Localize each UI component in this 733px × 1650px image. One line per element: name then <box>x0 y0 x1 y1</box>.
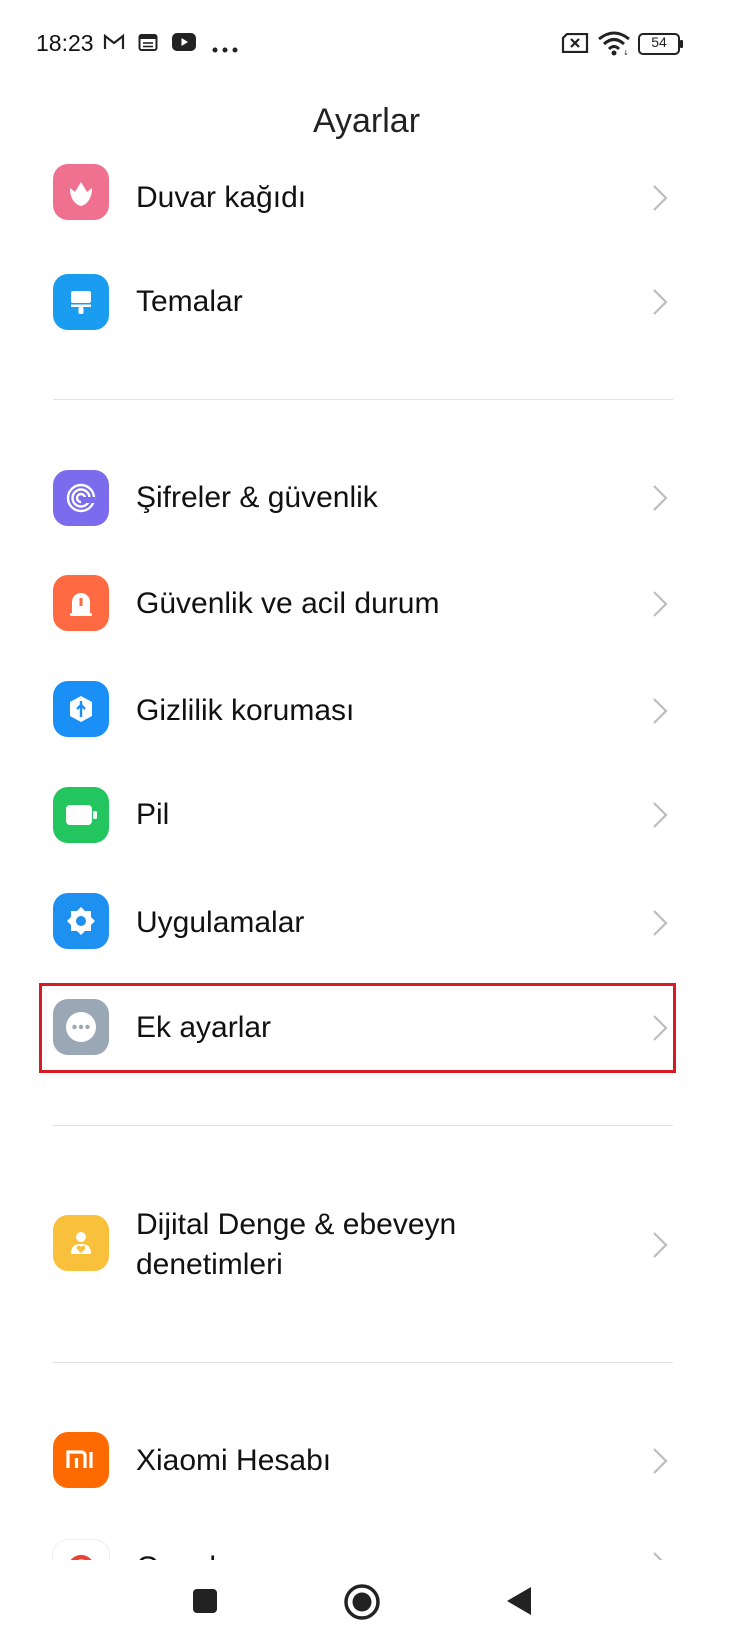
status-bar: 18:23 ↓ 54 <box>0 0 733 90</box>
settings-item-digital-wellbeing[interactable]: Dijital Denge & ebeveyn denetimleri <box>0 1195 733 1295</box>
battery-icon: 54 <box>638 33 684 60</box>
battery-level: 54 <box>651 34 667 50</box>
page-title: Ayarlar <box>312 102 421 140</box>
recents-button[interactable] <box>192 1588 218 1619</box>
settings-item-battery[interactable]: Pil <box>0 767 733 867</box>
settings-item-label: Dijital Denge & ebeveyn denetimleri <box>136 1208 457 1281</box>
chevron-right-icon <box>653 591 668 617</box>
settings-item-google[interactable]: Google <box>0 1520 733 1560</box>
privacy-icon <box>53 681 109 737</box>
chevron-right-icon <box>653 1448 668 1474</box>
wallpaper-icon <box>53 164 109 220</box>
back-button[interactable] <box>506 1586 532 1621</box>
section-divider <box>53 399 673 400</box>
themes-icon <box>53 274 109 330</box>
highlight-box <box>39 983 676 1073</box>
chevron-right-icon <box>653 698 668 724</box>
chevron-right-icon <box>653 910 668 936</box>
settings-item-label: Xiaomi Hesabı <box>136 1444 332 1477</box>
battery-setting-icon <box>53 787 109 843</box>
more-dots-icon <box>212 40 240 58</box>
section-divider <box>53 1125 673 1126</box>
no-sim-icon <box>561 32 589 58</box>
digital-wellbeing-icon <box>53 1215 109 1271</box>
settings-item-apps[interactable]: Uygulamalar <box>0 873 733 973</box>
settings-item-label: Duvar kağıdı <box>136 181 307 214</box>
mi-icon <box>53 1432 109 1488</box>
emergency-icon <box>53 575 109 631</box>
settings-item-label: Uygulamalar <box>136 906 305 939</box>
settings-item-label: Şifreler & güvenlik <box>136 481 378 514</box>
settings-item-label: Google <box>136 1548 233 1560</box>
wifi-icon: ↓ <box>597 30 631 61</box>
youtube-icon <box>172 33 196 56</box>
settings-item-wallpaper[interactable]: Duvar kağıdı <box>0 160 733 230</box>
home-button[interactable] <box>343 1583 381 1626</box>
settings-item-label: Temalar <box>136 285 243 318</box>
section-divider <box>53 1362 673 1363</box>
fingerprint-icon <box>53 470 109 526</box>
google-icon <box>53 1540 109 1560</box>
chevron-right-icon <box>653 1552 663 1560</box>
chevron-right-icon <box>653 485 668 511</box>
settings-item-xiaomi-account[interactable]: Xiaomi Hesabı <box>0 1412 733 1512</box>
calendar-icon <box>138 33 158 56</box>
navigation-bar <box>0 1560 733 1650</box>
settings-item-label: Güvenlik ve acil durum <box>136 587 440 620</box>
svg-text:↓: ↓ <box>623 49 629 56</box>
gmail-icon <box>103 33 125 56</box>
chevron-right-icon <box>653 1232 668 1258</box>
settings-item-label: Pil <box>136 798 170 831</box>
chevron-right-icon <box>653 185 668 211</box>
settings-item-themes[interactable]: Temalar <box>0 250 733 355</box>
chevron-right-icon <box>653 802 668 828</box>
settings-item-privacy[interactable]: Gizlilik koruması <box>0 661 733 761</box>
status-time: 18:23 <box>36 30 94 56</box>
settings-item-label: Gizlilik koruması <box>136 694 355 727</box>
gear-icon <box>53 893 109 949</box>
settings-item-passwords-security[interactable]: Şifreler & güvenlik <box>0 448 733 548</box>
chevron-right-icon <box>653 289 668 315</box>
settings-item-safety-emergency[interactable]: Güvenlik ve acil durum <box>0 555 733 655</box>
